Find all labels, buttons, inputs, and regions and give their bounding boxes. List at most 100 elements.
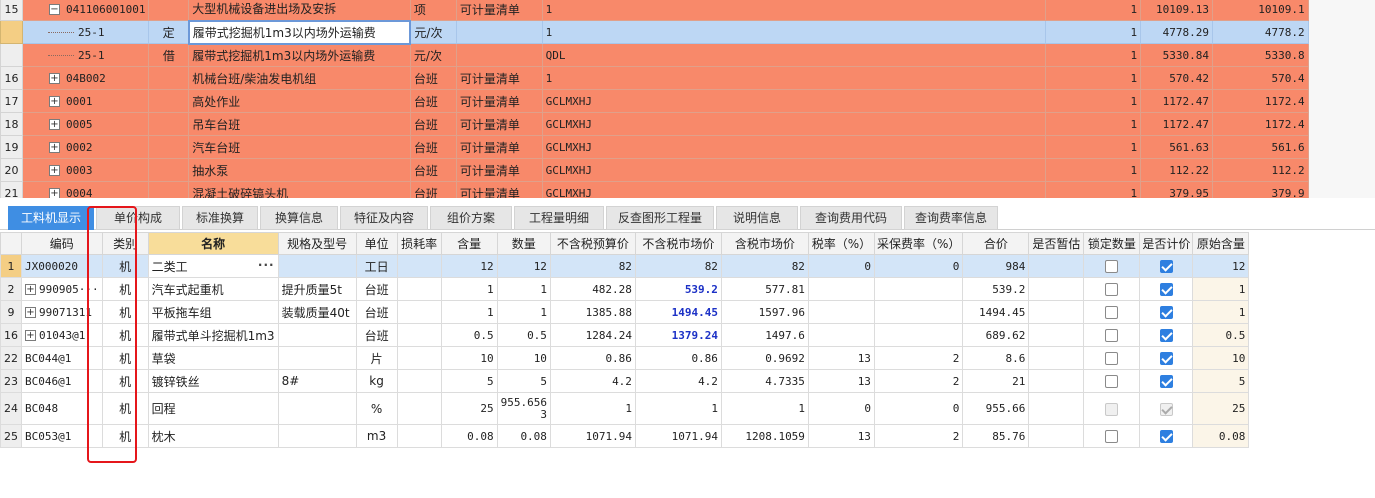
- resource-spec[interactable]: [277, 323, 357, 347]
- resource-unit[interactable]: 台班: [355, 277, 398, 301]
- resource-unit[interactable]: kg: [355, 369, 398, 393]
- is-priced-checkbox[interactable]: [1159, 329, 1173, 342]
- item-name[interactable]: 混凝土破碎镐头机: [188, 181, 411, 198]
- is-priced-cell[interactable]: [1139, 277, 1194, 301]
- item-quantity-expression[interactable]: GCLMXHJ: [541, 135, 1047, 159]
- bill-row[interactable]: 21 +0004 混凝土破碎镐头机 台班 可计量清单 GCLMXHJ 1 379.95 379.…: [0, 181, 1375, 198]
- is-priced-checkbox[interactable]: [1159, 283, 1173, 296]
- tax-rate[interactable]: [807, 277, 875, 301]
- tab-2[interactable]: 单价构成: [96, 206, 180, 230]
- resource-category[interactable]: 机: [101, 300, 149, 324]
- more-button[interactable]: ···: [258, 258, 275, 272]
- procurement-fee-rate[interactable]: [873, 300, 964, 324]
- is-provisional[interactable]: [1028, 369, 1085, 393]
- item-name[interactable]: 抽水泵: [188, 158, 411, 182]
- expand-icon[interactable]: +: [48, 119, 60, 130]
- procurement-fee-rate[interactable]: [873, 277, 964, 301]
- is-priced-checkbox[interactable]: [1159, 306, 1173, 319]
- resource-name[interactable]: 平板拖车组: [147, 300, 279, 324]
- procurement-fee-rate[interactable]: 0: [873, 392, 964, 425]
- column-header-9[interactable]: 不含税预算价: [549, 232, 636, 255]
- tab-6[interactable]: 组价方案: [430, 206, 512, 230]
- column-header-7[interactable]: 含量: [440, 232, 498, 255]
- resource-content[interactable]: 12: [440, 254, 498, 278]
- resource-loss-rate[interactable]: [396, 369, 442, 393]
- resource-content[interactable]: 1: [440, 277, 498, 301]
- procurement-fee-rate[interactable]: 2: [873, 369, 964, 393]
- column-header-12[interactable]: 税率（%）: [807, 232, 875, 255]
- column-header-13[interactable]: 采保费率（%）: [873, 232, 964, 255]
- item-quantity-expression[interactable]: 1: [541, 66, 1047, 90]
- pre-tax-market-price[interactable]: 1494.45: [634, 300, 722, 324]
- resource-row[interactable]: 25 BC053@1 机枕木 m3 0.08 0.08 1071.94 1071.94 1208…: [0, 424, 1250, 448]
- tab-9[interactable]: 说明信息: [716, 206, 798, 230]
- is-priced-checkbox[interactable]: [1159, 430, 1173, 443]
- pre-tax-market-price[interactable]: 1071.94: [634, 424, 722, 448]
- resource-row[interactable]: 22 BC044@1 机草袋片 10 10 0.86 0.86 0.9692 13 2 8.6 10: [0, 346, 1250, 370]
- resource-loss-rate[interactable]: [396, 277, 442, 301]
- column-header-8[interactable]: 数量: [496, 232, 551, 255]
- resource-unit[interactable]: 工日: [355, 254, 398, 278]
- is-priced-checkbox[interactable]: [1159, 375, 1173, 388]
- lock-quantity-cell[interactable]: [1083, 346, 1141, 370]
- is-priced-checkbox[interactable]: [1159, 260, 1173, 273]
- column-header-11[interactable]: 含税市场价: [720, 232, 809, 255]
- resource-row[interactable]: 9 +99071311 机平板拖车组 装载质量40t 台班 1 1 1385.88 1494.4…: [0, 300, 1250, 324]
- column-header-10[interactable]: 不含税市场价: [634, 232, 722, 255]
- lock-quantity-cell[interactable]: [1083, 323, 1141, 347]
- is-priced-checkbox[interactable]: [1159, 402, 1173, 416]
- lock-quantity-cell[interactable]: [1083, 277, 1141, 301]
- lock-quantity-cell[interactable]: [1083, 300, 1141, 324]
- resource-content[interactable]: 0.08: [440, 424, 498, 448]
- resource-row[interactable]: 16 +01043@1 机履带式单斗挖掘机1m3 台班 0.5 0.5 1284.24 137…: [0, 323, 1250, 347]
- lock-quantity-checkbox[interactable]: [1105, 260, 1119, 273]
- bill-row[interactable]: 20 +0003 抽水泵 台班 可计量清单 GCLMXHJ 1 112.22 112.2: [0, 158, 1375, 182]
- expand-icon[interactable]: +: [48, 188, 60, 198]
- resource-unit[interactable]: m3: [355, 424, 398, 448]
- resource-unit[interactable]: 台班: [355, 300, 398, 324]
- procurement-fee-rate[interactable]: [873, 323, 964, 347]
- pre-tax-market-price[interactable]: 1: [634, 392, 722, 425]
- bill-row[interactable]: 25-1 借履带式挖掘机1m3以内场外运输费 元/次 QDL 1 5330.84 5330.…: [0, 43, 1375, 67]
- resource-spec[interactable]: 装载质量40t: [277, 300, 357, 324]
- resource-name[interactable]: 草袋: [147, 346, 279, 370]
- resource-quantity[interactable]: 12: [496, 254, 551, 278]
- resource-name[interactable]: 二类工 ···: [147, 254, 279, 278]
- resource-spec[interactable]: [277, 392, 357, 425]
- resource-quantity[interactable]: 955.656 3: [496, 392, 551, 425]
- expand-icon[interactable]: +: [25, 284, 36, 295]
- column-header-3[interactable]: 名称: [147, 232, 279, 255]
- column-header-14[interactable]: 合价: [962, 232, 1030, 255]
- bill-row[interactable]: 19 +0002 汽车台班 台班 可计量清单 GCLMXHJ 1 561.63 561.6: [0, 135, 1375, 159]
- lock-quantity-checkbox[interactable]: [1105, 430, 1119, 443]
- expand-icon[interactable]: +: [48, 165, 60, 176]
- column-header-17[interactable]: 是否计价: [1139, 232, 1194, 255]
- procurement-fee-rate[interactable]: 2: [873, 424, 964, 448]
- resource-category[interactable]: 机: [101, 346, 149, 370]
- is-provisional[interactable]: [1028, 424, 1085, 448]
- lock-quantity-cell[interactable]: [1083, 369, 1141, 393]
- tax-rate[interactable]: [807, 300, 875, 324]
- pre-tax-market-price[interactable]: 0.86: [634, 346, 722, 370]
- column-header-5[interactable]: 单位: [355, 232, 398, 255]
- item-name[interactable]: 大型机械设备进出场及安拆: [188, 0, 411, 21]
- bill-row[interactable]: 18 +0005 吊车台班 台班 可计量清单 GCLMXHJ 1 1172.47 1172.4: [0, 112, 1375, 136]
- lock-quantity-checkbox[interactable]: [1105, 306, 1119, 319]
- resource-content[interactable]: 10: [440, 346, 498, 370]
- resource-category[interactable]: 机: [101, 392, 149, 425]
- lock-quantity-checkbox[interactable]: [1105, 283, 1119, 296]
- tab-4[interactable]: 换算信息: [260, 206, 338, 230]
- lock-quantity-checkbox[interactable]: [1105, 352, 1119, 365]
- tab-7[interactable]: 工程量明细: [514, 206, 604, 230]
- lock-quantity-checkbox[interactable]: [1105, 329, 1119, 342]
- item-quantity-expression[interactable]: 1: [541, 20, 1047, 44]
- lock-quantity-checkbox[interactable]: [1105, 402, 1119, 416]
- column-header-16[interactable]: 锁定数量: [1083, 232, 1141, 255]
- is-provisional[interactable]: [1028, 346, 1085, 370]
- tax-rate[interactable]: 0: [807, 254, 875, 278]
- tab-3[interactable]: 标准换算: [182, 206, 258, 230]
- item-quantity-expression[interactable]: GCLMXHJ: [541, 158, 1047, 182]
- resource-spec[interactable]: [277, 424, 357, 448]
- tax-rate[interactable]: 13: [807, 369, 875, 393]
- resource-category[interactable]: 机: [101, 277, 149, 301]
